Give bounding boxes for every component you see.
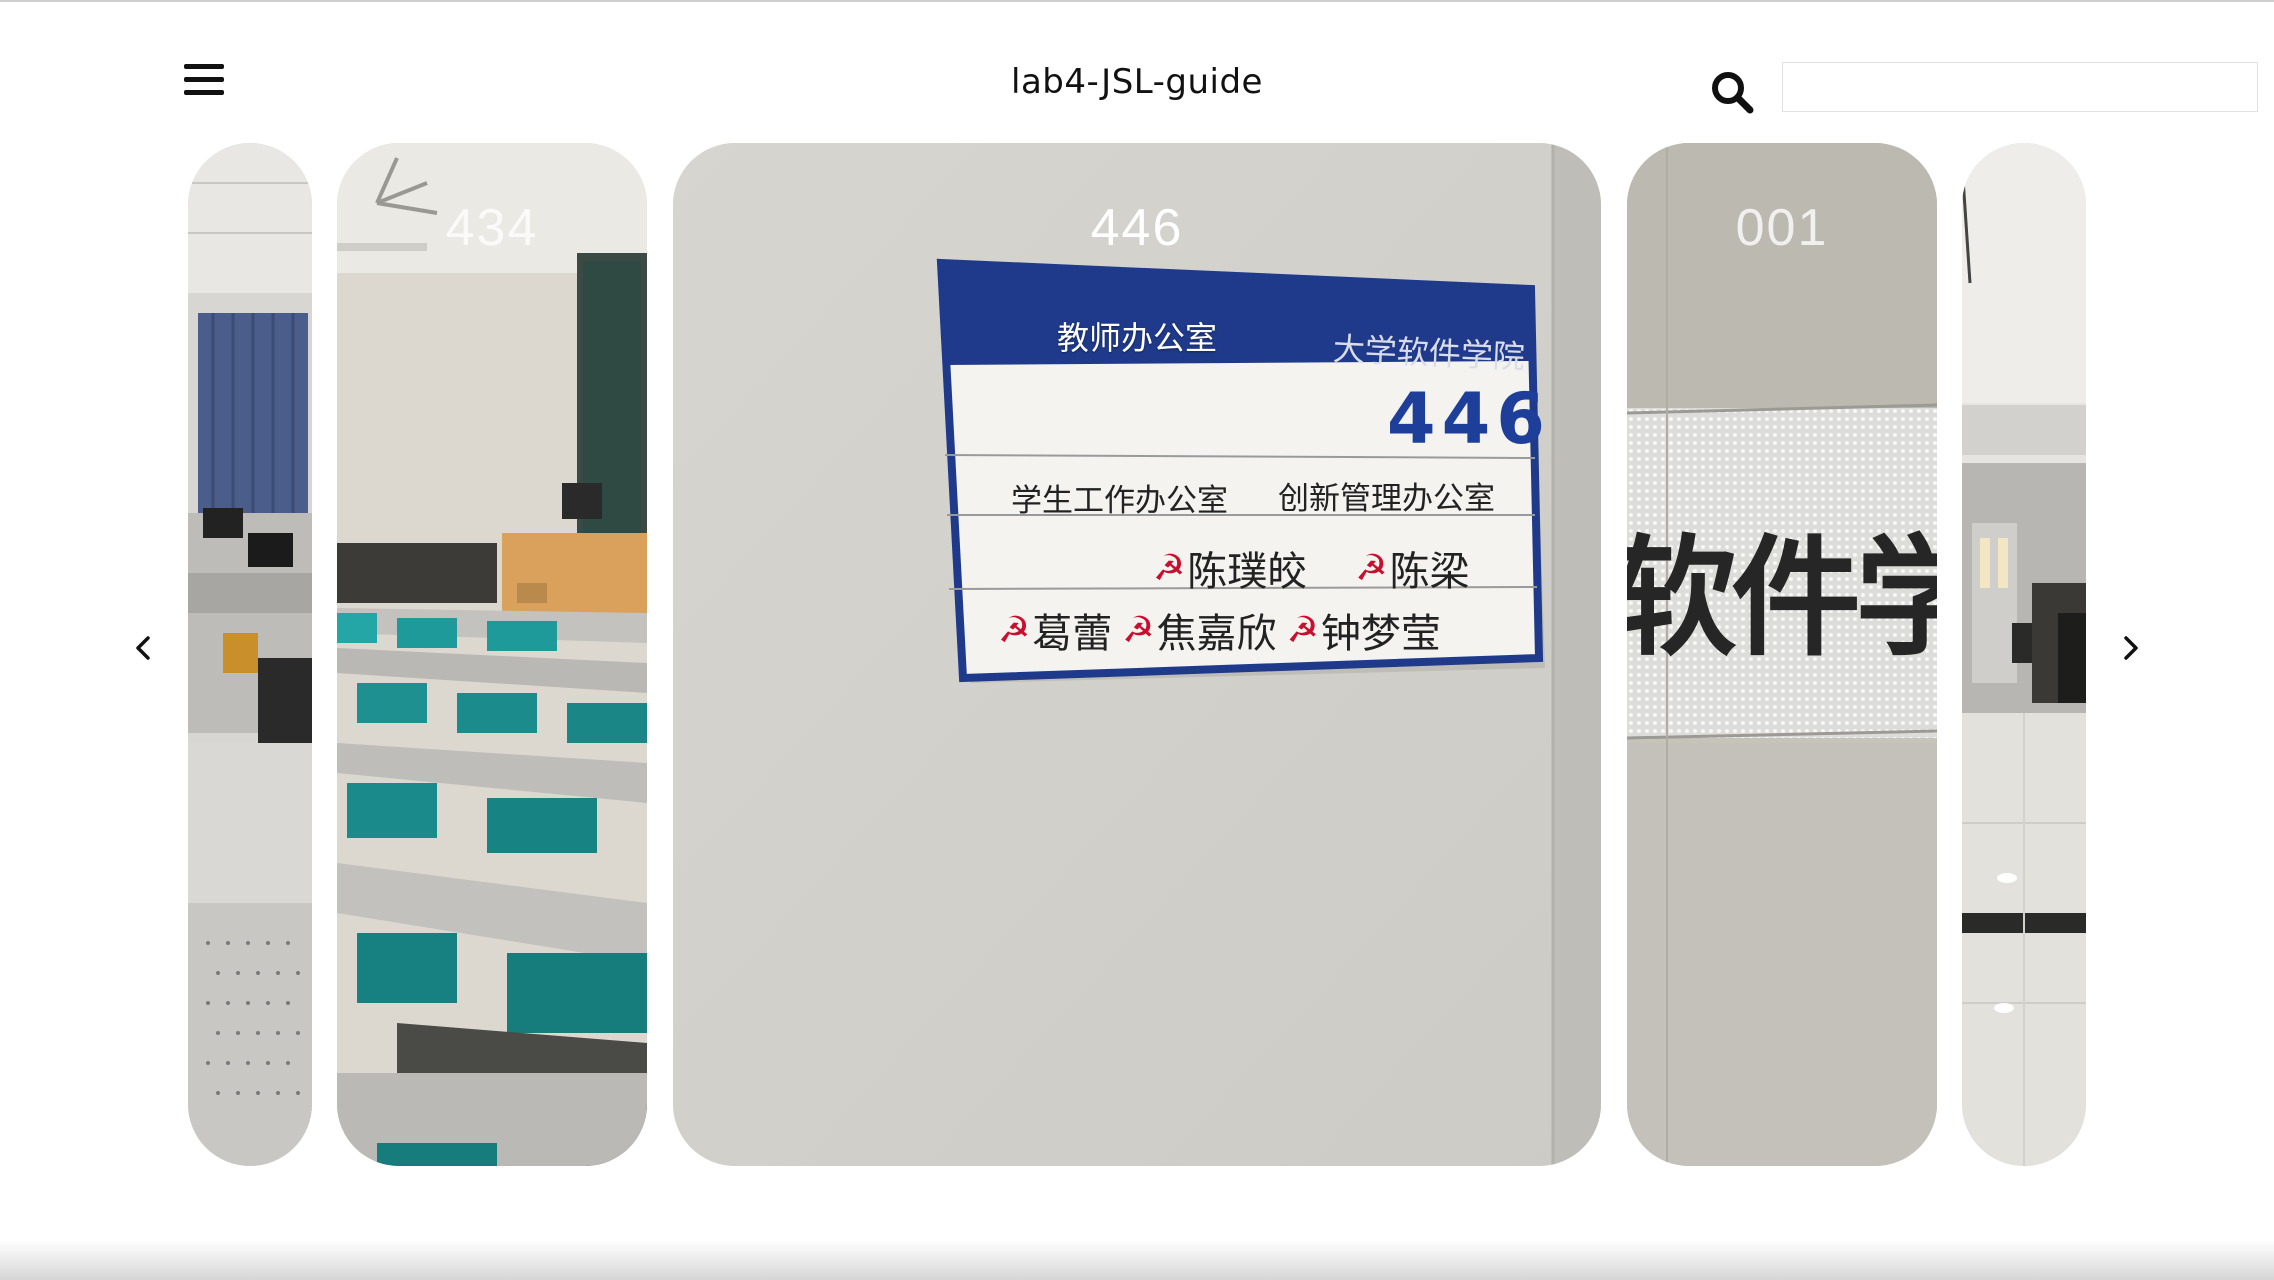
classroom-desks-photo (337, 143, 647, 1166)
header: lab4-JSL-guide (0, 0, 2274, 140)
search-icon[interactable] (1708, 68, 1756, 116)
carousel-card[interactable] (1962, 143, 2086, 1166)
classroom-photo (188, 143, 312, 1166)
carousel-card-active[interactable]: 大学软件学院 446 学生工作办公室 创新管理办公室 ☭ 陈璞皎 ☭ 陈梁 ☭ 葛蕾 … (673, 143, 1601, 1166)
chevron-right-icon (2124, 636, 2138, 660)
hallway-photo (1962, 143, 2086, 1166)
chevron-left-icon (136, 636, 150, 660)
carousel-card[interactable] (188, 143, 312, 1166)
sign-office-right: 创新管理办公室 (1278, 481, 1495, 517)
card-label: 446 (1090, 199, 1184, 257)
sign-name: 陈梁 (1389, 549, 1470, 595)
sign-name: 焦嘉欣 (1156, 611, 1277, 657)
carousel-card[interactable]: 434 (337, 143, 647, 1166)
search-input[interactable] (1782, 62, 2258, 112)
party-emblem-icon: ☭ (1153, 547, 1186, 589)
sign-names-row1: ☭ 陈璞皎 ☭ 陈梁 (1153, 539, 1470, 597)
sign-name: 葛蕾 (1032, 611, 1113, 657)
party-emblem-icon: ☭ (998, 609, 1031, 651)
wall-lettering-text: 软件学 (1627, 521, 1937, 674)
sign-names-row2: ☭ 葛蕾 ☭ 焦嘉欣 ☭ 钟梦莹 (998, 601, 1441, 659)
sign-name: 钟梦莹 (1320, 611, 1441, 657)
carousel-prev-button[interactable] (128, 628, 160, 668)
card-label: 001 (1735, 199, 1829, 257)
card-overlay-text: 教师办公室 (1056, 319, 1217, 357)
sign-office-left: 学生工作办公室 (1011, 483, 1228, 519)
sign-room-number: 446 (1386, 378, 1551, 460)
card-label: 434 (445, 199, 539, 257)
party-emblem-icon: ☭ (1286, 609, 1319, 651)
party-emblem-icon: ☭ (1355, 547, 1388, 589)
carousel-next-button[interactable] (2114, 628, 2146, 668)
sign-name: 陈璞皎 (1187, 549, 1308, 595)
bottom-shadow (0, 1240, 2274, 1280)
carousel-card[interactable]: 软件学 001 (1627, 143, 1937, 1166)
party-emblem-icon: ☭ (1122, 609, 1155, 651)
